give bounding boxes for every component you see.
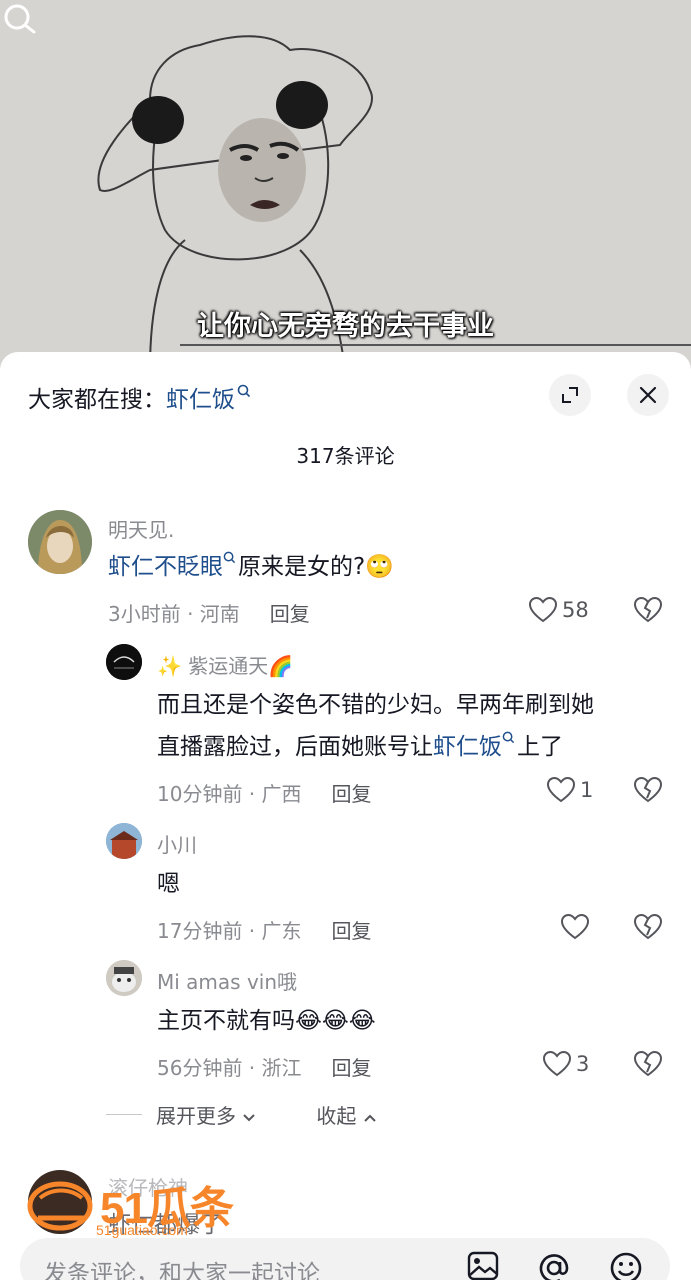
like-button[interactable]: 58 bbox=[528, 596, 589, 624]
comment-input[interactable]: 发条评论，和大家一起讨论 bbox=[20, 1238, 670, 1280]
expand-more-button[interactable]: 展开更多 bbox=[156, 1100, 256, 1129]
expand-more-label: 展开更多 bbox=[156, 1104, 236, 1128]
comment-body: 原来是女的? bbox=[238, 554, 366, 580]
broken-heart-icon[interactable] bbox=[633, 776, 663, 804]
emoji: 😂😂😂 bbox=[295, 1008, 376, 1034]
comment-text: 主页不就有吗😂😂😂 bbox=[157, 1000, 376, 1042]
avatar-image bbox=[106, 960, 142, 996]
trending-search-keyword[interactable]: 虾仁饭 bbox=[166, 380, 235, 414]
comment-body: 上了 bbox=[517, 734, 563, 760]
emoji-icon[interactable] bbox=[608, 1250, 644, 1280]
broken-heart-icon[interactable] bbox=[633, 913, 663, 941]
watermark-url: 51guatiao.com bbox=[96, 1222, 188, 1238]
comment-text: 直播露脸过，后面她账号让虾仁饭 上了 bbox=[157, 726, 563, 768]
like-button[interactable] bbox=[560, 913, 594, 941]
comment-body: 直播露脸过，后面她账号让 bbox=[157, 734, 433, 760]
expand-button[interactable] bbox=[549, 374, 591, 416]
comment-meta: 56分钟前 · 浙江 回复 bbox=[157, 1052, 372, 1081]
replies-controls: 展开更多 收起 bbox=[106, 1100, 406, 1129]
avatar[interactable] bbox=[28, 510, 92, 574]
search-icon[interactable] bbox=[0, 0, 40, 40]
comment-author[interactable]: 小川 bbox=[157, 829, 197, 858]
comment-keyword-link[interactable]: 虾仁饭 bbox=[433, 734, 502, 760]
heart-icon bbox=[542, 1050, 572, 1077]
comment-count: 317条评论 bbox=[296, 444, 395, 468]
comment-author[interactable]: 明天见. bbox=[108, 514, 174, 543]
close-icon bbox=[639, 386, 657, 404]
emoji: 🙄 bbox=[365, 554, 394, 580]
chevron-down-icon bbox=[243, 1114, 256, 1122]
search-icon bbox=[223, 551, 236, 564]
collapse-button[interactable]: 收起 bbox=[316, 1100, 376, 1129]
reply-button[interactable]: 回复 bbox=[270, 602, 310, 626]
comment-time-location: 3小时前 · 河南 bbox=[108, 602, 240, 626]
reply-button[interactable]: 回复 bbox=[332, 919, 372, 943]
comment-text: 嗯 bbox=[157, 871, 180, 897]
comment-time-location: 10分钟前 · 广西 bbox=[157, 782, 302, 806]
comment-time-location: 17分钟前 · 广东 bbox=[157, 919, 302, 943]
comment-time-location: 56分钟前 · 浙江 bbox=[157, 1056, 302, 1080]
like-count: 3 bbox=[576, 1052, 590, 1076]
comment-meta: 10分钟前 · 广西 回复 bbox=[157, 778, 372, 807]
search-icon bbox=[237, 384, 251, 398]
avatar-image bbox=[106, 644, 142, 680]
avatar[interactable] bbox=[106, 823, 142, 859]
comment-sheet: 大家都在搜： 虾仁饭 317条评论 bbox=[0, 352, 691, 1280]
comment-meta: 3小时前 · 河南 回复 bbox=[108, 598, 310, 627]
close-button[interactable] bbox=[627, 374, 669, 416]
search-icon bbox=[502, 731, 515, 744]
like-count: 1 bbox=[580, 778, 594, 802]
expand-icon bbox=[562, 387, 578, 403]
chevron-up-icon bbox=[364, 1114, 376, 1122]
avatar-image bbox=[106, 823, 142, 859]
comment-text: 而且还是个姿色不错的少妇。早两年刷到她 bbox=[157, 692, 594, 718]
avatar[interactable] bbox=[106, 960, 142, 996]
trending-search[interactable]: 大家都在搜： 虾仁饭 bbox=[28, 380, 251, 414]
comment-author[interactable]: Mi amas vin哦 bbox=[157, 966, 297, 995]
reply-button[interactable]: 回复 bbox=[332, 1056, 372, 1080]
at-icon[interactable] bbox=[536, 1250, 572, 1280]
heart-icon bbox=[560, 913, 590, 940]
divider bbox=[106, 1114, 142, 1115]
video-player[interactable]: 让你心无旁骛的去干事业 bbox=[0, 0, 691, 370]
comment-text: 虾仁不眨眼 原来是女的?🙄 bbox=[108, 546, 394, 588]
like-button[interactable]: 1 bbox=[546, 776, 593, 804]
comment-keyword-link[interactable]: 虾仁不眨眼 bbox=[108, 554, 223, 580]
avatar[interactable] bbox=[106, 644, 142, 680]
image-icon[interactable] bbox=[466, 1250, 500, 1280]
heart-icon bbox=[528, 596, 558, 623]
collapse-label: 收起 bbox=[316, 1104, 357, 1128]
comment-meta: 17分钟前 · 广东 回复 bbox=[157, 915, 372, 944]
comment-author[interactable]: ✨ 紫运通天🌈 bbox=[157, 650, 293, 679]
video-subtitle: 让你心无旁骛的去干事业 bbox=[197, 311, 494, 342]
broken-heart-icon[interactable] bbox=[633, 596, 663, 624]
comment-body: 主页不就有吗 bbox=[157, 1008, 295, 1034]
like-count: 58 bbox=[562, 598, 589, 622]
like-button[interactable]: 3 bbox=[542, 1050, 589, 1078]
trending-search-prefix: 大家都在搜： bbox=[28, 387, 166, 413]
heart-icon bbox=[546, 776, 576, 803]
comment-input-placeholder: 发条评论，和大家一起讨论 bbox=[44, 1261, 320, 1280]
broken-heart-icon[interactable] bbox=[633, 1050, 663, 1078]
avatar-image bbox=[28, 510, 92, 574]
reply-button[interactable]: 回复 bbox=[332, 782, 372, 806]
